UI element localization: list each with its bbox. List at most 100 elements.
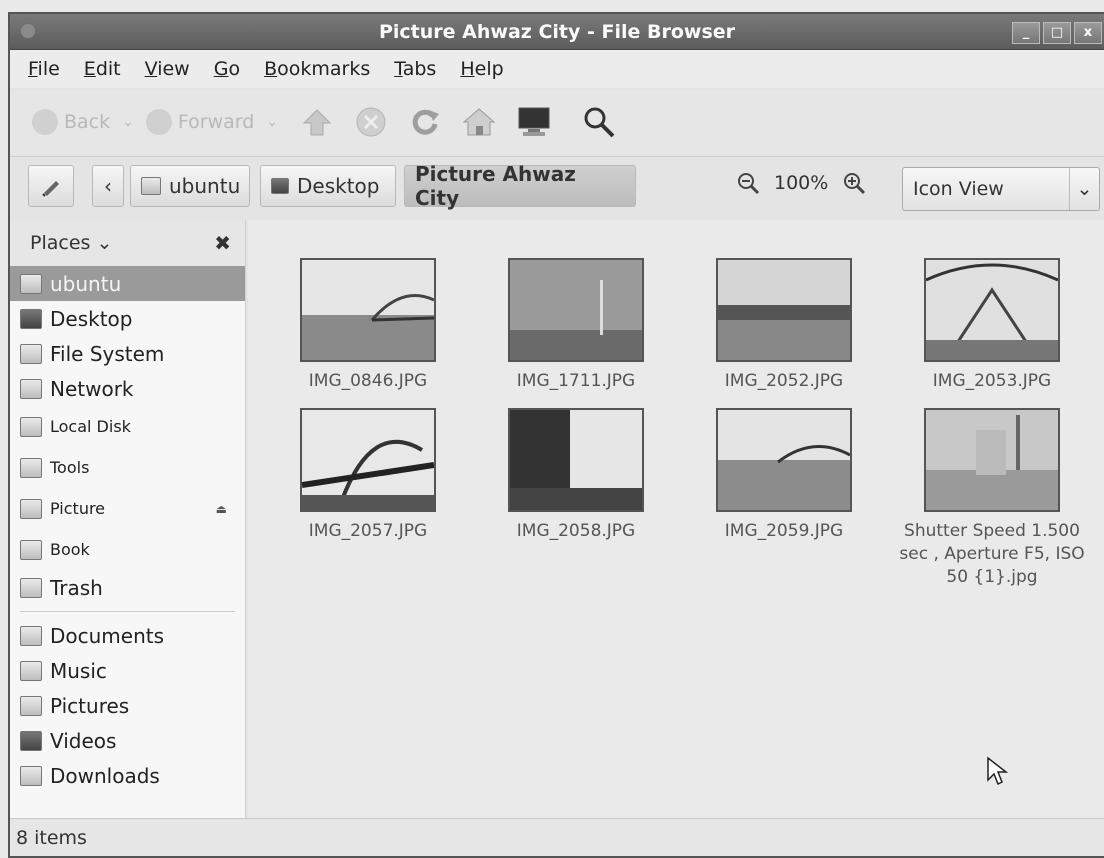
search-button[interactable] xyxy=(582,105,616,139)
thumbnail xyxy=(924,258,1060,362)
sidebar-item-label: Desktop xyxy=(50,306,133,331)
sidebar-item-pictures[interactable]: Pictures xyxy=(10,688,245,723)
close-sidebar-icon[interactable]: ✖ xyxy=(214,231,231,255)
sidebar-item-desktop[interactable]: Desktop xyxy=(10,301,245,336)
zoom-out-icon[interactable] xyxy=(736,171,760,195)
location-bar: ‹ ubuntu Desktop Picture Ahwaz City 100%… xyxy=(10,156,1104,218)
home-button[interactable] xyxy=(462,105,496,139)
file-item[interactable]: IMG_2059.JPG xyxy=(684,408,884,543)
home-folder-icon xyxy=(20,273,42,294)
minimize-button[interactable]: _ xyxy=(1012,22,1040,44)
zoom-in-icon[interactable] xyxy=(842,171,866,195)
sidebar-item-documents[interactable]: Documents xyxy=(10,618,245,653)
pencil-icon xyxy=(42,181,59,197)
chevron-down-icon[interactable]: ⌄ xyxy=(266,114,278,130)
file-name: IMG_2052.JPG xyxy=(724,371,844,391)
back-button[interactable]: Back ⌄ xyxy=(32,109,134,135)
sidebar-item-file-system[interactable]: File System xyxy=(10,336,245,371)
home-icon xyxy=(462,108,496,136)
file-item[interactable]: IMG_2053.JPG xyxy=(892,258,1092,393)
menu-file[interactable]: File xyxy=(28,58,60,80)
chevron-down-icon[interactable]: ⌄ xyxy=(1069,168,1099,210)
documents-folder-icon xyxy=(20,625,42,646)
network-icon xyxy=(20,378,42,399)
sidebar-item-ubuntu[interactable]: ubuntu xyxy=(10,266,245,301)
places-dropdown[interactable]: Places ⌄ xyxy=(30,232,112,254)
sidebar-item-label: Trash xyxy=(50,575,103,600)
sidebar-item-local-disk[interactable]: Local Disk xyxy=(10,406,245,447)
path-scroll-left-button[interactable]: ‹ xyxy=(92,165,124,207)
thumbnail xyxy=(300,258,436,362)
sidebar-item-label: Tools xyxy=(50,458,90,477)
menu-bookmarks[interactable]: Bookmarks xyxy=(264,58,370,80)
sidebar-item-book[interactable]: Book xyxy=(10,529,245,570)
up-button[interactable] xyxy=(300,105,334,139)
sidebar-item-label: Downloads xyxy=(50,763,160,788)
file-view[interactable]: IMG_0846.JPG IMG_1711.JPG IMG_2052.JPG I… xyxy=(248,220,1104,822)
stop-icon xyxy=(356,107,386,137)
zoom-level[interactable]: 100% xyxy=(774,172,828,194)
menu-help[interactable]: Help xyxy=(460,58,503,80)
sidebar-item-label: Network xyxy=(50,376,134,401)
sidebar-divider xyxy=(20,611,235,612)
menu-view[interactable]: View xyxy=(145,58,190,80)
zoom-control: 100% xyxy=(736,171,866,195)
file-item[interactable]: IMG_2057.JPG xyxy=(268,408,468,543)
breadcrumb-ubuntu[interactable]: ubuntu xyxy=(130,165,250,207)
sidebar-item-label: Documents xyxy=(50,623,165,648)
sidebar-item-label: ubuntu xyxy=(50,271,122,296)
file-item[interactable]: Shutter Speed 1.500 sec , Aperture F5, I… xyxy=(892,408,1092,589)
back-label: Back xyxy=(64,111,111,133)
menu-tabs[interactable]: Tabs xyxy=(394,58,436,80)
sidebar-item-music[interactable]: Music xyxy=(10,653,245,688)
file-item[interactable]: IMG_2058.JPG xyxy=(476,408,676,543)
back-arrow-icon xyxy=(32,109,58,135)
sidebar-item-tools[interactable]: Tools xyxy=(10,447,245,488)
file-item[interactable]: IMG_2052.JPG xyxy=(684,258,884,393)
sidebar-item-downloads[interactable]: Downloads xyxy=(10,758,245,793)
reload-button[interactable] xyxy=(408,105,442,139)
drive-icon xyxy=(20,343,42,364)
drive-icon xyxy=(20,539,42,560)
eject-icon[interactable]: ⏏ xyxy=(216,502,227,516)
forward-label: Forward xyxy=(177,111,255,133)
mouse-pointer-icon xyxy=(987,756,1008,786)
computer-button[interactable] xyxy=(516,105,550,139)
drive-icon xyxy=(20,457,42,478)
breadcrumb-label: Picture Ahwaz City xyxy=(415,162,576,210)
close-button[interactable]: x xyxy=(1074,22,1102,44)
view-mode-select[interactable]: Icon View ⌄ xyxy=(902,167,1100,211)
edit-location-button[interactable] xyxy=(28,165,74,207)
forward-arrow-icon xyxy=(145,109,172,135)
sidebar-item-label: File System xyxy=(50,341,165,366)
sidebar-item-label: Videos xyxy=(50,728,117,753)
videos-folder-icon xyxy=(20,730,42,751)
menu-go[interactable]: Go xyxy=(214,58,240,80)
stop-button[interactable] xyxy=(354,105,388,139)
sidebar-item-trash[interactable]: Trash xyxy=(10,570,245,605)
toolbar: Back ⌄ Forward ⌄ xyxy=(10,90,1104,154)
title-bar[interactable]: Picture Ahwaz City - File Browser _ □ x xyxy=(10,14,1104,50)
home-folder-icon xyxy=(141,177,161,195)
view-mode-value: Icon View xyxy=(913,178,1004,200)
up-arrow-icon xyxy=(302,109,332,136)
thumbnail xyxy=(716,408,852,512)
trash-icon xyxy=(20,577,42,598)
chevron-left-icon: ‹ xyxy=(104,174,112,198)
file-name: IMG_2058.JPG xyxy=(516,521,636,541)
sidebar-item-network[interactable]: Network xyxy=(10,371,245,406)
breadcrumb-desktop[interactable]: Desktop xyxy=(260,165,396,207)
sidebar-item-picture[interactable]: Picture ⏏ xyxy=(10,488,245,529)
menu-edit[interactable]: Edit xyxy=(84,58,121,80)
file-item[interactable]: IMG_1711.JPG xyxy=(476,258,676,393)
breadcrumb-picture-ahwaz-city[interactable]: Picture Ahwaz City xyxy=(404,162,636,210)
file-item[interactable]: IMG_0846.JPG xyxy=(268,258,468,393)
chevron-down-icon[interactable]: ⌄ xyxy=(122,114,134,130)
forward-button[interactable]: Forward ⌄ xyxy=(145,109,278,135)
maximize-button[interactable]: □ xyxy=(1043,22,1071,44)
drive-icon xyxy=(20,498,42,519)
window-title: Picture Ahwaz City - File Browser xyxy=(378,21,736,43)
breadcrumb-label: Desktop xyxy=(297,174,380,198)
sidebar-header: Places ⌄ ✖ xyxy=(10,220,245,266)
sidebar-item-videos[interactable]: Videos xyxy=(10,723,245,758)
